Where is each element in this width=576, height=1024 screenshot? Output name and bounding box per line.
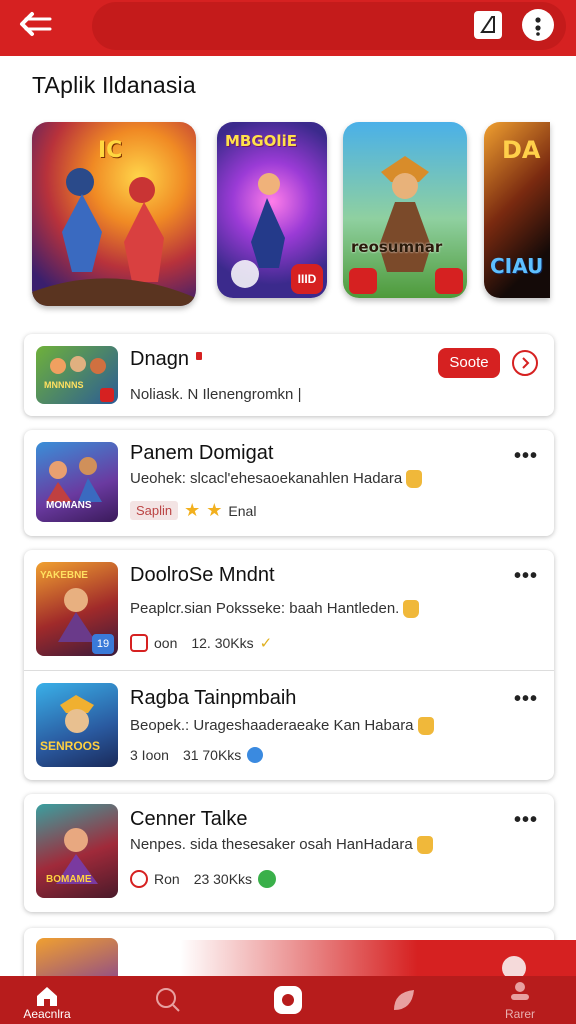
app-meta: oon 12. 30Kks ✓ xyxy=(130,634,272,652)
chat-icon xyxy=(258,870,277,888)
app-tag-icon xyxy=(130,870,148,888)
star-icon: ★ xyxy=(184,500,201,520)
app-card[interactable]: BOMAME Cenner Talke ••• Nenpes. sida the… xyxy=(24,794,554,912)
app-card[interactable]: SENROOS Ragba Tainpmbaih ••• Beopek.: Ur… xyxy=(24,671,554,780)
nav-label: Aeacnlra xyxy=(23,1007,71,1021)
app-description: Nenpes. sida thesesaker osah HanHadara xyxy=(130,836,433,855)
app-description: Noliask. N Ilenengromkn | xyxy=(130,386,302,403)
app-thumbnail: SENROOS xyxy=(36,683,118,767)
center-action-icon xyxy=(274,986,302,1014)
more-options-icon[interactable]: ••• xyxy=(514,446,538,466)
leaf-icon xyxy=(394,990,414,1010)
warrior-figure-icon xyxy=(349,156,463,294)
carousel-caption: DA xyxy=(502,136,541,164)
thumb-caption: SENROOS xyxy=(40,739,101,753)
rating-text: Enal xyxy=(228,502,257,519)
app-stats: 12. 30Kks xyxy=(191,635,254,651)
carousel-item[interactable]: IC xyxy=(32,122,196,306)
lock-badge-icon xyxy=(406,470,423,489)
app-tag: Saplin xyxy=(130,501,179,520)
app-description: Ueohek: slcacl'ehesaoekanahlen Hadara xyxy=(130,470,423,489)
thumb-caption: MNNNNS xyxy=(44,380,84,390)
chevron-right-icon[interactable] xyxy=(512,350,538,376)
app-meta: Ron 23 30Kks xyxy=(130,870,277,888)
app-stats: 23 30Kks xyxy=(193,871,253,887)
app-description: Beopek.: Urageshaaderaeake Kan Habara xyxy=(130,717,434,736)
lock-badge-icon xyxy=(416,836,433,855)
app-tag: oon xyxy=(154,635,178,651)
back-arrow-icon[interactable] xyxy=(18,10,58,40)
app-thumbnail: MNNNNS xyxy=(36,346,118,404)
section-title: TAplik Ildanasia xyxy=(32,72,196,98)
app-card[interactable]: MOMANS Panem Domigat ••• Ueohek: slcacl'… xyxy=(24,430,554,536)
tick-icon: ✓ xyxy=(259,635,273,652)
spark-icon xyxy=(196,352,202,360)
app-card[interactable]: YAKEBNE 19 DoolroSe Mndnt ••• Peaplcr.si… xyxy=(24,550,554,670)
lock-badge-icon xyxy=(403,600,420,619)
carousel-caption: MBGOliE xyxy=(225,132,297,150)
carousel-item[interactable]: DA CIAU xyxy=(484,122,550,298)
thumb-badge: 19 xyxy=(92,634,114,654)
home-icon xyxy=(37,987,57,1006)
more-vertical-icon[interactable] xyxy=(522,9,554,41)
app-meta: Saplin ★ ★ Enal xyxy=(130,500,256,521)
app-tag: Ron xyxy=(154,871,180,887)
more-options-icon[interactable]: ••• xyxy=(514,810,538,830)
app-tag: 3 Ioon xyxy=(130,747,169,763)
nav-profile[interactable]: Rarer xyxy=(490,976,550,1024)
app-stats: 31 70Kks xyxy=(182,747,242,763)
top-app-bar xyxy=(0,0,576,56)
app-thumbnail: YAKEBNE 19 xyxy=(36,562,118,656)
app-thumbnail: BOMAME xyxy=(36,804,118,898)
star-icon: ★ xyxy=(206,500,223,520)
app-tag-icon xyxy=(130,634,148,652)
nav-search[interactable] xyxy=(140,976,196,1024)
thumb-caption: BOMAME xyxy=(46,874,92,885)
carousel-caption: IC xyxy=(98,138,123,163)
carousel-badge: IIID xyxy=(291,264,323,294)
thumb-caption: MOMANS xyxy=(46,500,92,511)
edit-icon[interactable] xyxy=(474,11,502,39)
nav-label: Rarer xyxy=(504,1007,535,1021)
more-options-icon[interactable]: ••• xyxy=(514,689,538,709)
app-title: Dnagn xyxy=(130,348,189,370)
carousel-item[interactable]: reosumnar xyxy=(343,122,467,298)
featured-app-card[interactable]: MNNNNS Dnagn Noliask. N Ilenengromkn | S… xyxy=(24,334,554,416)
app-thumbnail: MOMANS xyxy=(36,442,118,522)
thumb-caption: YAKEBNE xyxy=(40,570,88,581)
app-title: Panem Domigat xyxy=(130,442,274,464)
nav-home[interactable]: Aeacnlra xyxy=(14,976,80,1024)
action-button[interactable]: Soote xyxy=(438,348,500,378)
app-title: DoolroSe Mndnt xyxy=(130,564,275,586)
profile-icon xyxy=(511,982,529,1000)
carousel-caption: reosumnar xyxy=(351,238,443,256)
more-options-icon[interactable]: ••• xyxy=(514,566,538,586)
app-title: Cenner Talke xyxy=(130,808,248,830)
nav-center[interactable] xyxy=(262,976,314,1024)
search-icon xyxy=(156,988,180,1012)
nav-leaf[interactable] xyxy=(376,976,432,1024)
app-title: Ragba Tainpmbaih xyxy=(130,687,297,709)
carousel-caption: CIAU xyxy=(490,254,544,278)
verified-icon xyxy=(247,747,264,763)
app-meta: 3 Ioon 31 70Kks xyxy=(130,747,264,763)
lock-badge-icon xyxy=(417,717,434,736)
carousel-item[interactable]: MBGOliE IIID xyxy=(217,122,327,298)
bottom-navigation: Aeacnlra Rarer xyxy=(0,976,576,1024)
app-description: Peaplcr.sian Poksseke: baah Hantleden. xyxy=(130,600,420,619)
